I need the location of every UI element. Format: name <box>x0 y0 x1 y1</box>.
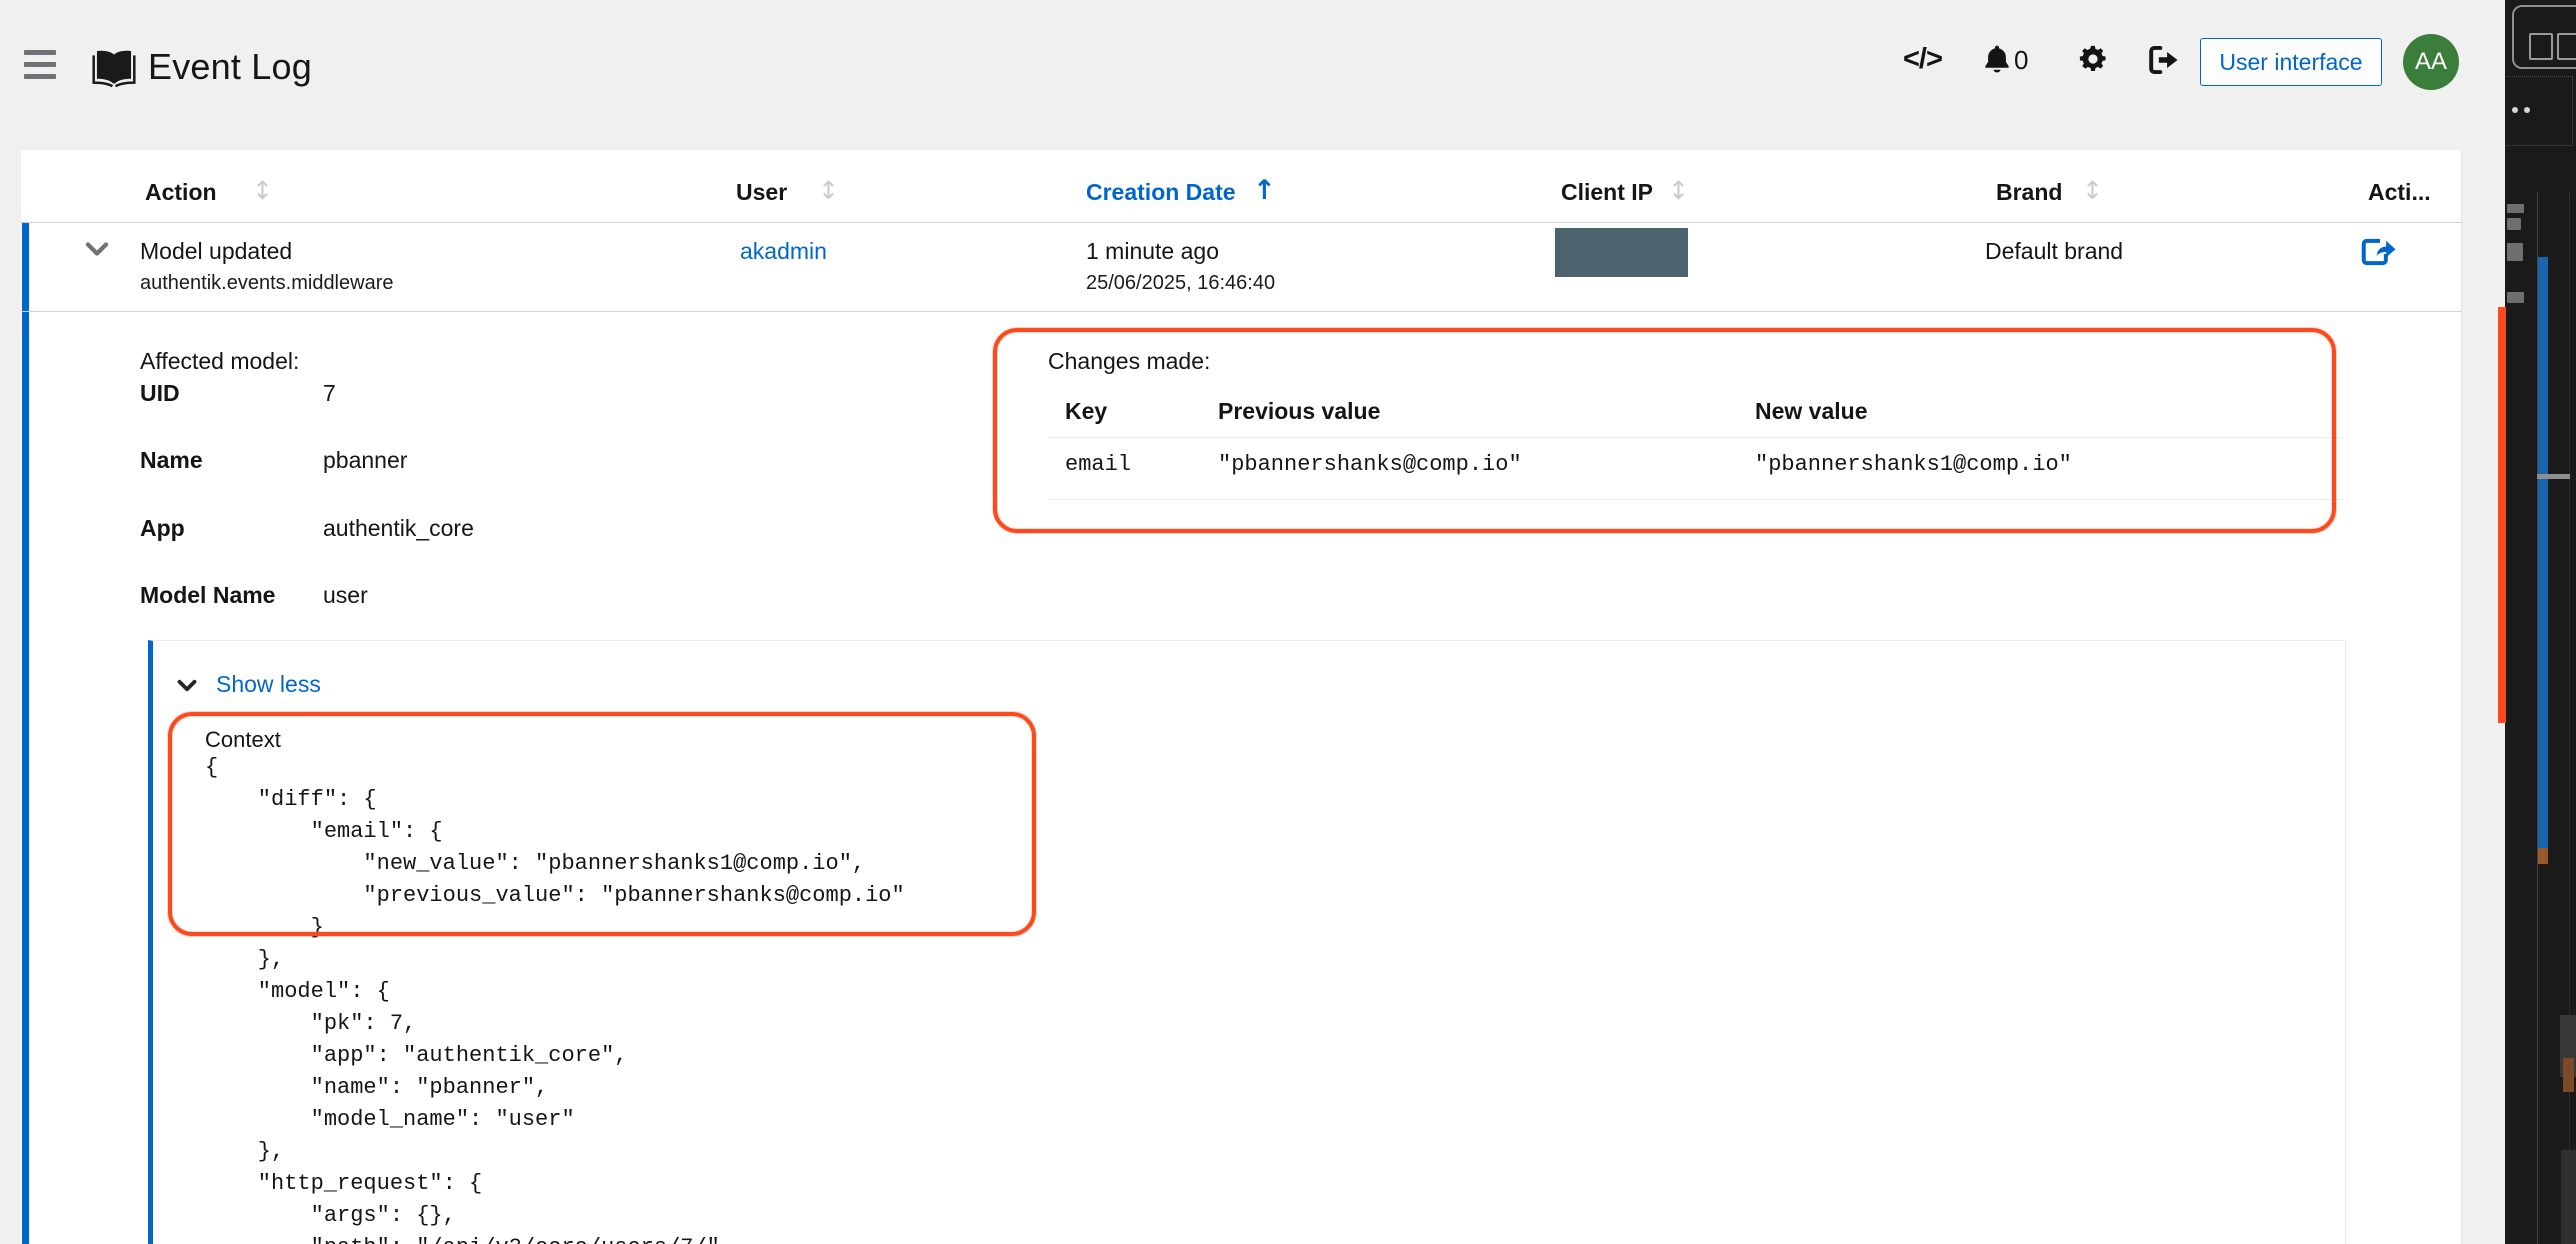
thumbnail-text-blob <box>2507 218 2521 230</box>
detail-label-uid: UID <box>140 380 180 407</box>
side-thumbnail-strip <box>2505 0 2576 1244</box>
thumbnail-text-blob <box>2507 243 2523 261</box>
detail-value-name: pbanner <box>323 447 407 474</box>
row-action-title: Model updated <box>140 238 292 265</box>
notification-count: 0 <box>2014 45 2028 76</box>
thumbnail-brown-block <box>2538 848 2548 864</box>
thumbnail-window-pane-right <box>2557 33 2576 60</box>
show-less-chevron-icon[interactable] <box>176 678 198 693</box>
changes-made-title: Changes made: <box>1048 348 1210 375</box>
row-user-link[interactable]: akadmin <box>740 238 827 265</box>
detail-value-model-name: user <box>323 582 368 609</box>
thumbnail-dot-right <box>2524 107 2530 113</box>
changes-col-new: New value <box>1755 398 1868 425</box>
avatar[interactable]: AA <box>2403 34 2459 90</box>
row-created-absolute: 25/06/2025, 16:46:40 <box>1086 272 1275 295</box>
changes-divider-bottom <box>1048 499 2343 500</box>
thumbnail-text-blob <box>2507 292 2524 303</box>
sort-icon-action[interactable]: ↕ <box>252 176 273 205</box>
changes-col-previous: Previous value <box>1218 398 1380 425</box>
thumbnail-bottom-blob <box>2563 1058 2574 1092</box>
detail-value-uid: 7 <box>323 380 336 407</box>
sort-ascending-icon[interactable]: ↑ <box>1253 175 1276 206</box>
client-ip-redacted-box <box>1555 228 1688 277</box>
sort-icon-client-ip[interactable]: ↕ <box>1668 176 1689 205</box>
sign-out-icon[interactable] <box>2148 45 2180 80</box>
expanded-row-indicator <box>22 223 29 1244</box>
column-header-action[interactable]: Action <box>145 179 217 206</box>
thumbnail-window-icon <box>2512 5 2576 69</box>
detail-value-app: authentik_core <box>323 515 474 542</box>
open-event-share-icon[interactable] <box>2360 236 2396 268</box>
column-header-actions: Acti... <box>2368 179 2431 206</box>
affected-model-label: Affected model: <box>140 348 299 375</box>
topbar: Event Log </> 0 User interface AA <box>0 0 2505 150</box>
detail-label-name: Name <box>140 447 203 474</box>
column-header-brand[interactable]: Brand <box>1996 179 2062 206</box>
notification-bell-icon[interactable] <box>1983 44 2011 81</box>
show-less-toggle[interactable]: Show less <box>216 671 321 698</box>
api-code-icon[interactable]: </> <box>1903 43 1942 76</box>
page-title: Event Log <box>148 46 312 88</box>
hamburger-menu-icon[interactable] <box>24 50 56 80</box>
annotation-edge-bar <box>2498 307 2506 723</box>
thumbnail-text-blob <box>2507 204 2524 213</box>
detail-label-model-name: Model Name <box>140 582 275 609</box>
row-divider <box>21 311 2462 312</box>
changes-col-key: Key <box>1065 398 1107 425</box>
thumbnail-gray-line <box>2537 474 2570 479</box>
changes-row-key: email <box>1065 452 1131 477</box>
sort-icon-user[interactable]: ↕ <box>818 176 839 205</box>
settings-gear-icon[interactable] <box>2078 44 2108 79</box>
changes-divider-top <box>1048 437 2343 438</box>
column-header-client-ip[interactable]: Client IP <box>1561 179 1653 206</box>
event-log-book-icon <box>91 48 137 93</box>
changes-row-new: "pbannershanks1@comp.io" <box>1755 452 2072 477</box>
context-json-code: { "diff": { "email": { "new_value": "pba… <box>205 752 905 1244</box>
sort-icon-brand[interactable]: ↕ <box>2082 176 2103 205</box>
row-created-relative: 1 minute ago <box>1086 238 1219 265</box>
changes-row-previous: "pbannershanks@comp.io" <box>1218 452 1522 477</box>
thumbnail-bottom-blob <box>2561 1150 2576 1244</box>
detail-label-app: App <box>140 515 185 542</box>
user-interface-button[interactable]: User interface <box>2200 38 2382 86</box>
page: Event Log </> 0 User interface AA <box>0 0 2576 1244</box>
row-brand: Default brand <box>1985 238 2123 265</box>
thumbnail-dot-left <box>2512 107 2518 113</box>
table-header-divider <box>21 222 2462 223</box>
context-title: Context <box>205 727 281 753</box>
row-action-app: authentik.events.middleware <box>140 272 393 295</box>
row-expand-chevron-icon[interactable] <box>84 240 110 258</box>
thumbnail-window-pane-left <box>2529 33 2553 60</box>
column-header-user[interactable]: User <box>736 179 787 206</box>
column-header-creation-date[interactable]: Creation Date <box>1086 179 1236 206</box>
thumbnail-blue-bar <box>2538 257 2548 848</box>
